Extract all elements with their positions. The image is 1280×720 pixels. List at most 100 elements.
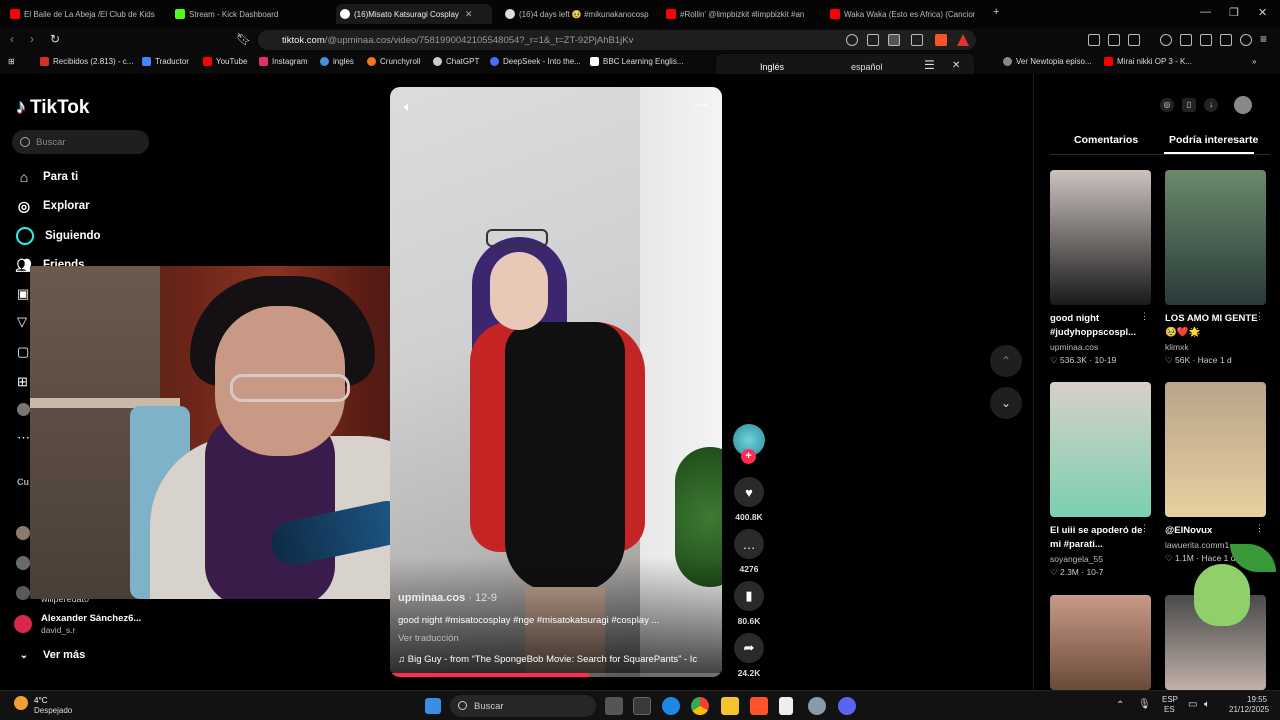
upload-icon[interactable]: ⊞	[17, 374, 28, 390]
clock-date[interactable]: 21/12/2025	[1229, 705, 1269, 714]
card-more-icon[interactable]: ⋮	[1140, 311, 1149, 322]
bookmark-item[interactable]: YouTube	[203, 57, 247, 66]
browser-tab[interactable]: El Baile de La Abeja /El Club de Kids	[10, 4, 160, 24]
keyboard-layout[interactable]: ES	[1164, 705, 1175, 714]
media-icon[interactable]	[1160, 34, 1172, 46]
phone-icon[interactable]: ▯	[1182, 98, 1196, 112]
vpn-icon[interactable]	[1240, 34, 1252, 46]
extension-icon[interactable]	[1108, 34, 1120, 46]
bookmark-item[interactable]: Instagram	[259, 57, 308, 66]
bookmark-item[interactable]: ingles	[320, 57, 354, 66]
browser-tab[interactable]: Waka Waka (Esto es Africa) (Cancion	[830, 4, 975, 24]
bookmark-item[interactable]: Ver Newtopia episo...	[1003, 57, 1092, 66]
comment-button[interactable]: … 4276	[733, 529, 765, 574]
browser-tab[interactable]: Stream - Kick Dashboard	[175, 4, 325, 24]
profile-avatar[interactable]	[17, 403, 30, 416]
keyboard-language[interactable]: ESP	[1162, 695, 1178, 704]
apps-icon[interactable]: ⊞	[8, 57, 15, 66]
close-window-icon[interactable]: ✕	[1258, 6, 1267, 19]
see-more-button[interactable]: ⌄ Ver más	[16, 647, 85, 663]
bookmark-item[interactable]: ChatGPT	[433, 57, 479, 66]
minimize-icon[interactable]: —	[1200, 6, 1211, 18]
video-more-icon[interactable]: ⋯	[694, 97, 707, 113]
nav-item-explore[interactable]: ◎ Explorar	[16, 198, 90, 214]
extension-icon[interactable]	[1088, 34, 1100, 46]
network-icon[interactable]: ▭	[1188, 699, 1197, 710]
video-author[interactable]: upminaa.cos · 12-9	[398, 592, 497, 604]
browser-tab[interactable]: (16)4 days left 🥹 #mikunakanocosp	[505, 4, 655, 24]
compass-icon[interactable]: ◎	[1160, 98, 1174, 112]
video-player[interactable]: 🔈︎ ⋯ upminaa.cos · 12-9 good night #misa…	[390, 87, 722, 677]
nav-item-for-you[interactable]: ⌂ Para ti	[16, 169, 78, 185]
card-more-icon[interactable]: ⋮	[1140, 523, 1149, 534]
translate-close-icon[interactable]: ✕	[952, 60, 960, 71]
leo-icon[interactable]	[1220, 34, 1232, 46]
avatar[interactable]	[14, 615, 32, 633]
search-input[interactable]: Buscar	[12, 130, 149, 154]
bookmark-item[interactable]: DeepSeek - Into the...	[490, 57, 581, 66]
avatar[interactable]	[16, 556, 30, 570]
activity-icon[interactable]: ▽	[17, 314, 27, 330]
download-icon[interactable]: ↓	[1204, 98, 1218, 112]
browser-tab-active[interactable]: (16)Misato Katsuragi Cosplay ✕	[336, 4, 492, 24]
live-icon[interactable]: ▣	[17, 286, 29, 302]
taskbar-search[interactable]: Buscar	[450, 695, 596, 717]
browser-tab[interactable]: #Rollin' @limpbizkit #limpbizkit #an	[666, 4, 816, 24]
close-tab-icon[interactable]: ✕	[465, 9, 473, 20]
discord-icon[interactable]	[838, 697, 856, 715]
windows-start-icon[interactable]	[425, 698, 441, 714]
bookmark-icon[interactable]: 🔖︎	[236, 32, 251, 46]
recommended-video-card[interactable]: El uiii se apoderó de mi #parati... soya…	[1050, 382, 1151, 578]
cast-icon[interactable]	[867, 34, 879, 46]
sidebar-icon[interactable]	[1180, 34, 1192, 46]
video-description[interactable]: good night #misatocosplay #nge #misatoka…	[398, 615, 659, 626]
forward-icon[interactable]: ›	[30, 32, 34, 46]
like-button[interactable]: ♥ 400.8K	[733, 477, 765, 522]
extension-icon[interactable]	[1128, 34, 1140, 46]
reload-icon[interactable]: ↻	[50, 32, 60, 46]
clock-time[interactable]: 19:55	[1247, 695, 1267, 704]
bookmark-item[interactable]: Traductor	[142, 57, 189, 66]
settings-gear-icon[interactable]	[808, 697, 826, 715]
previous-video-button[interactable]: ⌃	[990, 345, 1022, 377]
edge-icon[interactable]	[662, 697, 680, 715]
bookmark-item[interactable]: Mirai nikki OP 3 - K...	[1104, 57, 1192, 66]
document-icon[interactable]	[779, 697, 793, 715]
recommended-video-card[interactable]: LOS AMO MI GENTE 🥹❤️🌟 klimxk ♡ 56K · Hac…	[1165, 170, 1266, 366]
wallet-icon[interactable]	[1200, 34, 1212, 46]
bookmark-item[interactable]: BBC Learning Englis...	[590, 57, 684, 66]
see-translation-link[interactable]: Ver traducción	[398, 633, 459, 644]
file-explorer-icon[interactable]	[721, 697, 739, 715]
user-avatar[interactable]	[1234, 96, 1252, 114]
back-icon[interactable]: ‹	[10, 32, 14, 46]
no-track-icon[interactable]	[846, 34, 858, 46]
more-bookmarks-icon[interactable]: »	[1252, 57, 1256, 66]
bookmark-item[interactable]: Crunchyroll	[367, 57, 420, 66]
recommended-video-card[interactable]	[1050, 595, 1151, 690]
save-button[interactable]: ▮ 80.6K	[733, 581, 765, 626]
brave-icon[interactable]	[750, 697, 768, 715]
follow-plus-icon[interactable]: +	[741, 449, 756, 464]
store-icon[interactable]	[633, 697, 651, 715]
avatar[interactable]	[16, 586, 30, 600]
video-music[interactable]: ♫ Big Guy - from “The SpongeBob Movie: S…	[398, 654, 697, 665]
translate-menu-icon[interactable]: ☰	[924, 58, 935, 72]
brave-shield-icon[interactable]	[935, 34, 947, 46]
card-more-icon[interactable]: ⋮	[1255, 523, 1264, 534]
tray-overflow-icon[interactable]: ⌃	[1116, 700, 1124, 711]
next-video-button[interactable]: ⌄	[990, 387, 1022, 419]
weather-label[interactable]: Despejado	[34, 706, 72, 715]
weather-temperature[interactable]: 4°C	[34, 696, 47, 705]
share-icon[interactable]	[911, 34, 923, 46]
nav-item-following[interactable]: Siguiendo	[16, 227, 101, 245]
tiktok-logo[interactable]: ♪ TikTok	[16, 96, 89, 119]
messages-icon[interactable]: ▢	[17, 344, 29, 360]
chrome-icon[interactable]	[691, 697, 709, 715]
volume-icon[interactable]: 🔈︎	[404, 99, 412, 115]
video-progress-bar[interactable]	[390, 673, 722, 677]
task-view-icon[interactable]	[605, 697, 623, 715]
share-button[interactable]: ➦ 24.2K	[733, 633, 765, 678]
bookmark-item[interactable]: Recibidos (2.813) - c...	[40, 57, 133, 66]
new-tab-icon[interactable]: +	[993, 6, 999, 18]
recommended-video-card[interactable]: good night #judyhoppscospl... upminaa.co…	[1050, 170, 1151, 366]
